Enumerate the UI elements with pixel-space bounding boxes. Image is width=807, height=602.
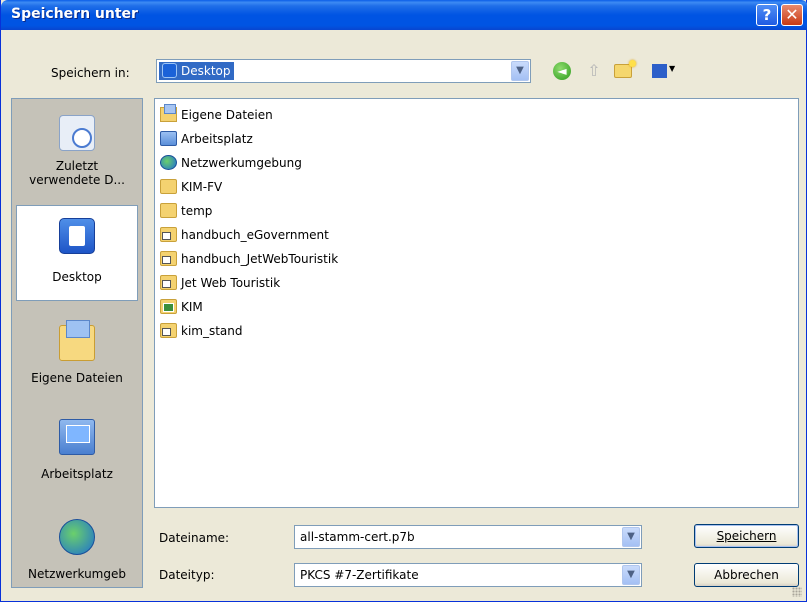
list-item[interactable]: KIM [159, 297, 203, 317]
dialog-title: Speichern unter [11, 6, 138, 22]
place-label: Desktop [52, 270, 102, 284]
list-item[interactable]: handbuch_JetWebTouristik [159, 249, 338, 269]
network-icon [59, 519, 95, 555]
place-label: Zuletzt [55, 159, 99, 173]
help-button[interactable]: ? [756, 4, 778, 26]
place-recent[interactable]: Zuletzt verwendete D... [16, 109, 138, 195]
desktop-icon [162, 63, 177, 78]
save-in-selected: Desktop [159, 62, 234, 80]
chevron-down-icon[interactable]: ▼ [511, 61, 529, 81]
folder-shortcut-icon [160, 275, 177, 290]
place-label: Netzwerkumgeb [28, 567, 126, 581]
cancel-button-label: Abbrechen [714, 568, 779, 582]
save-in-label: Speichern in: [51, 66, 130, 80]
place-label: Eigene Dateien [31, 371, 123, 385]
filename-combo[interactable]: all-stamm-cert.p7b ▼ [294, 525, 642, 549]
place-label: verwendete D... [29, 173, 125, 187]
place-network[interactable]: Netzwerkumgeb [16, 511, 138, 587]
filetype-value: PKCS #7-Zertifikate [300, 568, 419, 582]
save-as-dialog: Speichern unter ? ✕ Speichern in: Deskto… [0, 0, 807, 602]
list-item[interactable]: handbuch_eGovernment [159, 225, 329, 245]
save-button[interactable]: Speichern [694, 524, 799, 548]
place-desktop[interactable]: Desktop [16, 205, 138, 301]
my-computer-icon [160, 131, 177, 146]
desktop-icon [59, 218, 95, 254]
file-label: handbuch_JetWebTouristik [181, 252, 339, 266]
back-arrow-icon[interactable]: ◄ [553, 62, 571, 80]
places-bar: Zuletzt verwendete D... Desktop Eigene D… [11, 98, 143, 588]
my-documents-folder-icon [160, 104, 177, 122]
list-item[interactable]: temp [159, 201, 212, 221]
place-label: Arbeitsplatz [41, 467, 113, 481]
place-my-computer[interactable]: Arbeitsplatz [16, 411, 138, 497]
file-label: temp [181, 204, 213, 218]
file-label: kim_stand [181, 324, 243, 338]
file-list[interactable]: Eigene Dateien Arbeitsplatz Netzwerkumge… [154, 98, 799, 508]
filetype-select[interactable]: PKCS #7-Zertifikate ▼ [294, 563, 642, 587]
save-in-dropdown[interactable]: Desktop ▼ [156, 59, 531, 83]
file-label: Netzwerkumgebung [181, 156, 302, 170]
resize-grip[interactable] [792, 587, 802, 597]
help-icon: ? [762, 6, 772, 24]
title-bar[interactable]: Speichern unter ? ✕ [1, 0, 807, 30]
place-my-documents[interactable]: Eigene Dateien [16, 309, 138, 395]
folder-shortcut-icon [160, 323, 177, 338]
list-item[interactable]: Eigene Dateien [159, 104, 273, 125]
list-item[interactable]: Jet Web Touristik [159, 273, 280, 293]
my-documents-icon [59, 320, 95, 361]
file-label: Jet Web Touristik [181, 276, 281, 290]
folder-icon [160, 203, 177, 218]
view-grid-icon [652, 64, 667, 78]
list-item[interactable]: KIM-FV [159, 177, 222, 197]
new-folder-icon[interactable] [614, 60, 636, 78]
view-menu-icon[interactable]: ▼ [652, 62, 676, 80]
folder-shortcut-icon [160, 251, 177, 266]
kim-folder-shortcut-icon [160, 299, 177, 314]
list-item[interactable]: Arbeitsplatz [159, 129, 253, 149]
list-item[interactable]: Netzwerkumgebung [159, 153, 302, 173]
recent-documents-icon [59, 115, 95, 151]
my-computer-icon [59, 419, 95, 455]
file-label: KIM [181, 300, 203, 314]
chevron-down-icon[interactable]: ▼ [622, 565, 640, 585]
up-folder-icon[interactable]: ⇧ [585, 62, 603, 80]
cancel-button[interactable]: Abbrechen [694, 563, 799, 587]
file-label: handbuch_eGovernment [181, 228, 329, 242]
filename-label: Dateiname: [159, 531, 230, 545]
chevron-down-icon: ▼ [669, 64, 676, 73]
filetype-label: Dateityp: [159, 568, 215, 582]
save-in-value: Desktop [181, 64, 231, 78]
list-item[interactable]: kim_stand [159, 321, 243, 341]
close-button[interactable]: ✕ [781, 4, 803, 26]
folder-icon [160, 179, 177, 194]
save-button-label: Speichern [716, 529, 777, 543]
file-label: KIM-FV [181, 180, 223, 194]
network-places-icon [160, 155, 177, 170]
chevron-down-icon[interactable]: ▼ [622, 527, 640, 547]
folder-shortcut-icon [160, 227, 177, 242]
filename-input[interactable]: all-stamm-cert.p7b [300, 530, 415, 544]
file-label: Arbeitsplatz [181, 132, 253, 146]
file-label: Eigene Dateien [181, 108, 273, 122]
close-icon: ✕ [785, 5, 799, 24]
